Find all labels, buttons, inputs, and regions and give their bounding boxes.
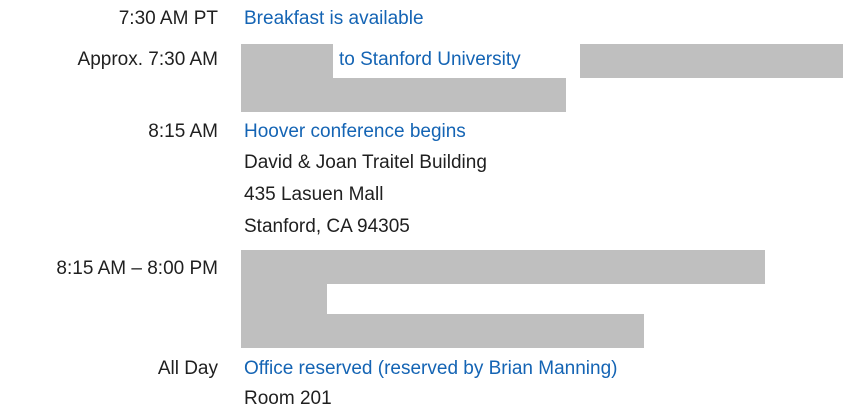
entry-time-conference: 8:15 AM — [148, 121, 218, 142]
redaction-block — [241, 284, 327, 314]
entry-time-breakfast: 7:30 AM PT — [118, 8, 218, 29]
redaction-block — [580, 44, 843, 78]
event-link-office-reserved[interactable]: Office reserved (reserved by Brian Manni… — [244, 358, 617, 380]
redaction-block — [241, 78, 566, 112]
event-link-breakfast[interactable]: Breakfast is available — [244, 8, 424, 30]
event-link-hoover-conference[interactable]: Hoover conference begins — [244, 121, 466, 143]
redaction-block — [241, 314, 644, 348]
location-room: Room 201 — [244, 388, 332, 409]
entry-time-office: All Day — [157, 358, 218, 379]
redaction-block — [241, 44, 333, 78]
location-street: 435 Lasuen Mall — [244, 184, 384, 205]
redaction-block — [241, 250, 765, 284]
entry-time-allday-block: 8:15 AM – 8:00 PM — [56, 258, 218, 279]
location-building: David & Joan Traitel Building — [244, 152, 487, 173]
location-city: Stanford, CA 94305 — [244, 216, 410, 237]
event-link-stanford[interactable]: to Stanford University — [339, 49, 521, 71]
entry-time-transport: Approx. 7:30 AM — [77, 49, 218, 70]
